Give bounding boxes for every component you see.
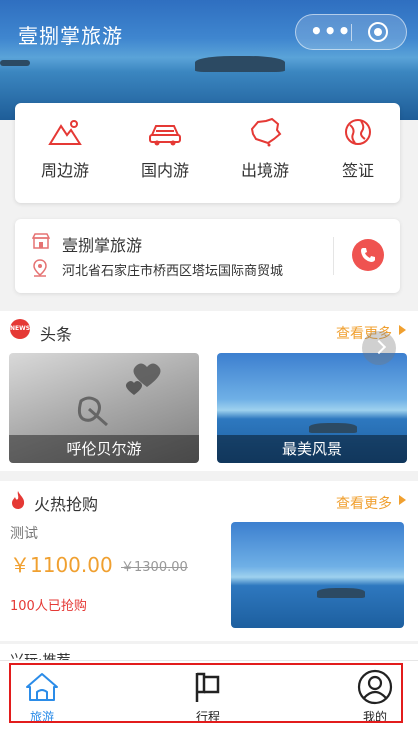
shop-divider xyxy=(333,237,334,275)
hot-deals-more-link[interactable]: 查看更多 xyxy=(336,493,392,513)
call-button[interactable] xyxy=(352,239,384,271)
island-shape xyxy=(317,588,365,598)
category-visa[interactable]: 签证 xyxy=(318,117,398,197)
category-domestic[interactable]: 国内游 xyxy=(125,117,205,197)
shop-address: 河北省石家庄市桥西区塔坛国际商贸城 xyxy=(62,264,284,279)
more-dots-icon[interactable]: ••• xyxy=(310,15,350,49)
headline-caption: 最美风景 xyxy=(217,435,407,463)
close-target-icon[interactable] xyxy=(368,22,388,42)
headlines-header: NEWS 头条 查看更多 xyxy=(0,311,418,347)
category-outbound[interactable]: 出境游 xyxy=(225,117,305,197)
location-pin-icon xyxy=(33,259,47,277)
store-icon xyxy=(32,233,50,249)
category-card: 周边游 国内游 出境游 签证 xyxy=(15,103,400,203)
deal-sold-count: 100人已抢购 xyxy=(10,599,87,614)
phone-icon xyxy=(361,248,375,262)
chevron-right-icon[interactable] xyxy=(399,325,406,335)
shop-name: 壹捌掌旅游 xyxy=(62,236,143,255)
headline-caption: 呼伦贝尔游 xyxy=(9,435,199,463)
tab-bar-highlight-outline xyxy=(9,663,403,723)
island-shape xyxy=(195,56,285,72)
carousel-next-button[interactable] xyxy=(362,331,396,365)
deal-original-price: ￥1300.00 xyxy=(121,560,188,575)
globe-icon xyxy=(345,119,371,145)
headline-card-2[interactable]: 最美风景 xyxy=(217,353,407,463)
headlines-title: 头条 xyxy=(40,325,73,344)
capsule-divider xyxy=(351,24,352,41)
hot-deals-title: 火热抢购 xyxy=(34,495,99,514)
category-label: 出境游 xyxy=(240,161,289,180)
island-shape xyxy=(309,423,357,433)
fire-icon xyxy=(12,491,25,509)
deal-name[interactable]: 测试 xyxy=(10,523,38,543)
category-nearby[interactable]: 周边游 xyxy=(25,117,105,197)
mountain-icon xyxy=(48,120,82,145)
deal-price: ￥1100.00 xyxy=(10,553,113,577)
category-label: 国内游 xyxy=(140,161,189,180)
car-icon xyxy=(149,125,181,146)
hot-deals-header: 火热抢购 查看更多 xyxy=(0,481,418,517)
deal-image[interactable] xyxy=(231,522,404,628)
mini-program-capsule[interactable]: ••• xyxy=(295,14,407,50)
headline-card-1[interactable]: 呼伦贝尔游 xyxy=(9,353,199,463)
category-label: 周边游 xyxy=(40,161,89,180)
news-badge-icon: NEWS xyxy=(10,319,30,339)
chevron-right-icon[interactable] xyxy=(399,495,406,505)
app-title: 壹捌掌旅游 xyxy=(18,24,123,48)
news-badge-text: NEWS xyxy=(10,325,31,332)
distant-land-shape xyxy=(0,60,30,66)
shop-info-card[interactable]: 壹捌掌旅游 河北省石家庄市桥西区塔坛国际商贸城 xyxy=(15,219,400,293)
china-map-icon xyxy=(250,117,282,147)
category-label: 签证 xyxy=(341,161,374,180)
